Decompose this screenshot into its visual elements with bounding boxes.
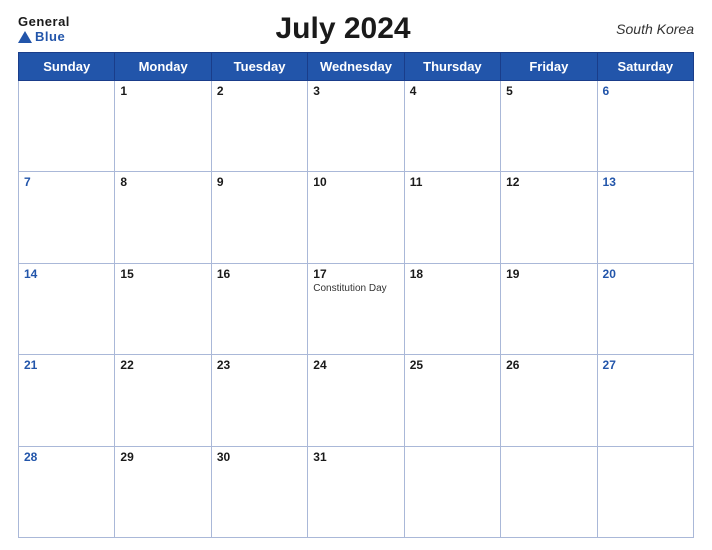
day-number: 11 xyxy=(410,175,495,189)
event-label: Constitution Day xyxy=(313,283,398,295)
weekday-header-row: Sunday Monday Tuesday Wednesday Thursday… xyxy=(19,53,694,81)
calendar-day-cell: 8 xyxy=(115,172,211,263)
header-wednesday: Wednesday xyxy=(308,53,404,81)
day-number: 12 xyxy=(506,175,591,189)
calendar-header: General Blue July 2024 South Korea xyxy=(18,12,694,46)
header-saturday: Saturday xyxy=(597,53,693,81)
calendar-day-cell: 29 xyxy=(115,446,211,537)
calendar-day-cell: 14 xyxy=(19,263,115,354)
day-number: 7 xyxy=(24,175,109,189)
calendar-week-row: 14 15 16 17 Constitution Day 18 19 20 xyxy=(19,263,694,354)
calendar-week-row: 21 22 23 24 25 26 27 xyxy=(19,355,694,446)
calendar-day-cell: 12 xyxy=(501,172,597,263)
day-number: 5 xyxy=(506,84,591,98)
calendar-day-cell: 3 xyxy=(308,81,404,172)
day-number: 23 xyxy=(217,358,302,372)
calendar-day-cell: 19 xyxy=(501,263,597,354)
day-number: 1 xyxy=(120,84,205,98)
header-friday: Friday xyxy=(501,53,597,81)
day-number: 26 xyxy=(506,358,591,372)
day-number: 19 xyxy=(506,267,591,281)
day-number: 8 xyxy=(120,175,205,189)
day-number: 4 xyxy=(410,84,495,98)
header-thursday: Thursday xyxy=(404,53,500,81)
day-number: 15 xyxy=(120,267,205,281)
logo-triangle-icon xyxy=(18,31,32,43)
calendar-day-cell: 5 xyxy=(501,81,597,172)
day-number: 16 xyxy=(217,267,302,281)
calendar-day-cell: 1 xyxy=(115,81,211,172)
calendar-day-cell: 9 xyxy=(211,172,307,263)
day-number: 2 xyxy=(217,84,302,98)
calendar-week-row: 123456 xyxy=(19,81,694,172)
header-tuesday: Tuesday xyxy=(211,53,307,81)
calendar-day-cell: 28 xyxy=(19,446,115,537)
calendar-day-cell: 17 Constitution Day xyxy=(308,263,404,354)
calendar-day-cell: 10 xyxy=(308,172,404,263)
calendar-day-cell: 4 xyxy=(404,81,500,172)
day-number: 24 xyxy=(313,358,398,372)
calendar-day-cell xyxy=(501,446,597,537)
logo-blue-text: Blue xyxy=(18,29,65,44)
month-title: July 2024 xyxy=(275,12,410,46)
calendar-day-cell xyxy=(404,446,500,537)
calendar-day-cell: 16 xyxy=(211,263,307,354)
calendar-day-cell: 18 xyxy=(404,263,500,354)
calendar-table: Sunday Monday Tuesday Wednesday Thursday… xyxy=(18,52,694,538)
day-number: 30 xyxy=(217,450,302,464)
day-number: 10 xyxy=(313,175,398,189)
day-number: 17 xyxy=(313,267,398,281)
header-monday: Monday xyxy=(115,53,211,81)
calendar-day-cell: 2 xyxy=(211,81,307,172)
calendar-day-cell: 23 xyxy=(211,355,307,446)
logo: General Blue xyxy=(18,14,70,44)
country-label: South Korea xyxy=(616,21,694,37)
calendar-day-cell: 22 xyxy=(115,355,211,446)
calendar-day-cell: 20 xyxy=(597,263,693,354)
day-number: 22 xyxy=(120,358,205,372)
calendar-day-cell: 15 xyxy=(115,263,211,354)
day-number: 6 xyxy=(603,84,688,98)
day-number: 18 xyxy=(410,267,495,281)
day-number: 27 xyxy=(603,358,688,372)
day-number: 31 xyxy=(313,450,398,464)
calendar-day-cell: 30 xyxy=(211,446,307,537)
day-number: 13 xyxy=(603,175,688,189)
calendar-day-cell: 13 xyxy=(597,172,693,263)
header-sunday: Sunday xyxy=(19,53,115,81)
calendar-day-cell: 25 xyxy=(404,355,500,446)
calendar-day-cell: 6 xyxy=(597,81,693,172)
day-number: 28 xyxy=(24,450,109,464)
day-number: 20 xyxy=(603,267,688,281)
calendar-week-row: 789 10 11 12 13 xyxy=(19,172,694,263)
calendar-day-cell: 31 xyxy=(308,446,404,537)
day-number: 9 xyxy=(217,175,302,189)
calendar-day-cell xyxy=(19,81,115,172)
day-number: 29 xyxy=(120,450,205,464)
calendar-day-cell: 26 xyxy=(501,355,597,446)
logo-general-text: General xyxy=(18,14,70,29)
day-number: 14 xyxy=(24,267,109,281)
calendar-day-cell: 21 xyxy=(19,355,115,446)
calendar-day-cell: 7 xyxy=(19,172,115,263)
calendar-day-cell: 27 xyxy=(597,355,693,446)
day-number: 21 xyxy=(24,358,109,372)
day-number: 3 xyxy=(313,84,398,98)
calendar-day-cell xyxy=(597,446,693,537)
calendar-day-cell: 11 xyxy=(404,172,500,263)
day-number: 25 xyxy=(410,358,495,372)
calendar-week-row: 28 29 30 31 xyxy=(19,446,694,537)
calendar-day-cell: 24 xyxy=(308,355,404,446)
